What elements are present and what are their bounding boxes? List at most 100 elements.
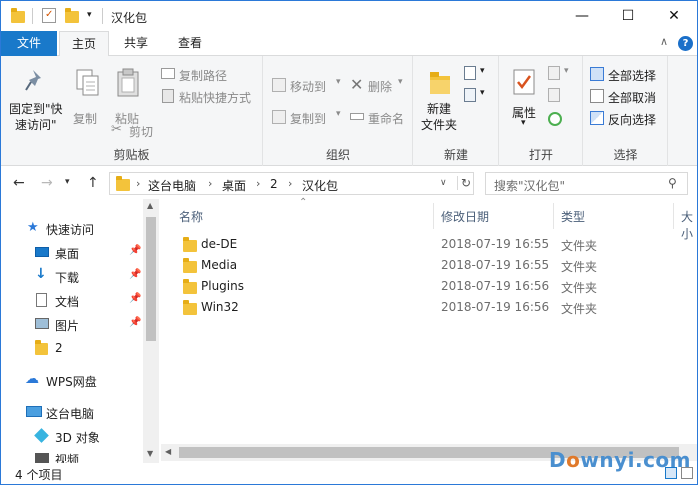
- column-divider[interactable]: [433, 203, 434, 229]
- new-folder-label-line2: 文件夹: [421, 118, 458, 132]
- search-box[interactable]: 搜索"汉化包" ⚲: [485, 172, 688, 195]
- history-button[interactable]: [548, 112, 578, 130]
- sidebar-item-pictures[interactable]: 图片 📌: [1, 314, 143, 336]
- sidebar-item-downloads[interactable]: ↓ 下载 📌: [1, 266, 143, 288]
- column-divider[interactable]: [673, 203, 674, 229]
- open-button[interactable]: ▾: [548, 66, 578, 84]
- chevron-right-icon[interactable]: ›: [256, 177, 260, 190]
- search-input[interactable]: 搜索"汉化包": [494, 177, 565, 194]
- scroll-down-icon[interactable]: ▼: [147, 449, 153, 458]
- select-none-button[interactable]: 全部取消: [590, 87, 666, 105]
- group-open: 属性 ▾ ▾ 打开: [500, 56, 583, 166]
- column-header-date[interactable]: 修改日期: [441, 208, 489, 225]
- properties-quick-icon[interactable]: ✓: [42, 8, 56, 23]
- sidebar-item-label: 视频: [55, 453, 80, 463]
- minimize-icon: —: [575, 8, 589, 24]
- column-header-size[interactable]: 大小: [681, 208, 697, 242]
- document-icon: [36, 293, 47, 307]
- computer-icon: [26, 406, 42, 417]
- column-divider[interactable]: [553, 203, 554, 229]
- pin-icon[interactable]: 📌: [129, 269, 141, 280]
- table-row[interactable]: de-DE 2018-07-19 16:55 文件夹: [177, 234, 657, 255]
- chevron-right-icon[interactable]: ›: [208, 177, 212, 190]
- breadcrumb-this-pc[interactable]: 这台电脑: [148, 177, 196, 194]
- minimize-button[interactable]: —: [559, 1, 605, 31]
- sidebar-scroll-thumb[interactable]: [146, 217, 156, 341]
- open-icon: [548, 66, 560, 80]
- separator: [102, 8, 103, 24]
- file-type: 文件夹: [561, 260, 598, 274]
- chevron-right-icon[interactable]: ›: [136, 177, 140, 190]
- group-label-open: 打开: [528, 148, 553, 162]
- chevron-right-icon[interactable]: ›: [288, 177, 292, 190]
- sidebar-scrollbar[interactable]: ▲ ▼: [143, 199, 159, 463]
- sidebar-item-videos[interactable]: 视频: [1, 448, 143, 463]
- move-to-button[interactable]: 移动到 ▾: [272, 76, 344, 96]
- address-bar[interactable]: › 这台电脑 › 桌面 › 2 › 汉化包 ∨ ↻: [109, 172, 474, 195]
- copy-to-button[interactable]: 复制到 ▾: [272, 108, 344, 128]
- copy-button[interactable]: 复制: [69, 64, 107, 126]
- tab-home[interactable]: 主页: [59, 31, 109, 57]
- delete-button[interactable]: ✕ 删除 ▾: [350, 75, 410, 96]
- refresh-icon[interactable]: ↻: [457, 176, 471, 190]
- pin-icon[interactable]: 📌: [129, 293, 141, 304]
- paste-shortcut-button[interactable]: 粘贴快捷方式: [161, 88, 261, 106]
- breadcrumb-desktop[interactable]: 桌面: [222, 177, 246, 194]
- scroll-up-icon[interactable]: ▲: [147, 201, 153, 210]
- picture-icon: [35, 318, 49, 329]
- sidebar-item-documents[interactable]: 文档 📌: [1, 290, 143, 312]
- forward-icon[interactable]: →: [41, 175, 53, 191]
- address-dropdown-icon[interactable]: ∨: [440, 178, 447, 188]
- recent-dropdown-icon[interactable]: ▾: [65, 177, 70, 187]
- copy-path-button[interactable]: 复制路径: [161, 66, 261, 84]
- ribbon-tabs: 文件 主页 共享 查看 ∧ ?: [1, 31, 697, 57]
- edit-button[interactable]: [548, 88, 578, 106]
- column-header-name[interactable]: 名称: [179, 208, 203, 225]
- paste-button[interactable]: 粘贴: [109, 64, 147, 126]
- sidebar-item-this-pc[interactable]: 这台电脑: [1, 402, 143, 424]
- tab-file[interactable]: 文件: [1, 31, 57, 56]
- pin-to-quick-access-button[interactable]: 固定到"快 速访问": [5, 64, 67, 140]
- rename-button[interactable]: 重命名: [350, 108, 410, 128]
- cut-button[interactable]: ✂ 剪切: [111, 122, 161, 140]
- new-folder-label-line1: 新建: [427, 102, 452, 116]
- new-item-button[interactable]: ▾: [464, 66, 494, 84]
- table-row[interactable]: Media 2018-07-19 16:55 文件夹: [177, 255, 657, 276]
- folder-icon: [183, 279, 197, 294]
- file-type: 文件夹: [561, 302, 598, 316]
- breadcrumb-current[interactable]: 汉化包: [302, 177, 338, 194]
- sidebar-item-wps-cloud[interactable]: ☁ WPS网盘: [1, 370, 143, 392]
- breadcrumb-2[interactable]: 2: [270, 177, 278, 191]
- delete-icon: ✕: [350, 75, 364, 94]
- sidebar-item-quick-access[interactable]: ★ 快速访问: [1, 218, 143, 240]
- help-icon[interactable]: ?: [678, 36, 693, 51]
- up-icon[interactable]: ↑: [87, 175, 99, 191]
- table-row[interactable]: Plugins 2018-07-19 16:56 文件夹: [177, 276, 657, 297]
- column-header-type[interactable]: 类型: [561, 208, 585, 225]
- pin-icon[interactable]: 📌: [129, 245, 141, 256]
- sidebar-item-desktop[interactable]: 桌面 📌: [1, 242, 143, 264]
- select-all-button[interactable]: 全部选择: [590, 65, 666, 83]
- scroll-left-icon[interactable]: ◀: [165, 447, 171, 456]
- item-count: 4 个项目: [15, 468, 63, 482]
- table-row[interactable]: Win32 2018-07-19 16:56 文件夹: [177, 297, 657, 318]
- search-icon[interactable]: ⚲: [668, 176, 677, 190]
- collapse-ribbon-icon[interactable]: ∧: [660, 35, 668, 48]
- open-dropdown-icon: ▾: [564, 66, 569, 76]
- sidebar-item-folder-2[interactable]: 2: [1, 338, 143, 360]
- new-folder-button[interactable]: 新建 文件夹: [418, 64, 462, 140]
- quick-access-dropdown-icon[interactable]: ▾: [87, 10, 92, 26]
- back-icon[interactable]: ←: [13, 175, 25, 191]
- close-button[interactable]: ✕: [651, 1, 697, 31]
- pin-icon[interactable]: 📌: [129, 317, 141, 328]
- tab-view[interactable]: 查看: [167, 31, 213, 56]
- invert-selection-button[interactable]: 反向选择: [590, 109, 666, 127]
- tab-share[interactable]: 共享: [113, 31, 159, 56]
- move-to-label: 移动到: [290, 80, 327, 94]
- sidebar-item-label: 3D 对象: [55, 431, 100, 445]
- properties-button[interactable]: 属性 ▾: [504, 64, 544, 134]
- invert-selection-icon: [590, 111, 604, 125]
- maximize-button[interactable]: ☐: [605, 1, 651, 31]
- sidebar-item-3d-objects[interactable]: 3D 对象: [1, 426, 143, 448]
- easy-access-button[interactable]: ▾: [464, 88, 494, 106]
